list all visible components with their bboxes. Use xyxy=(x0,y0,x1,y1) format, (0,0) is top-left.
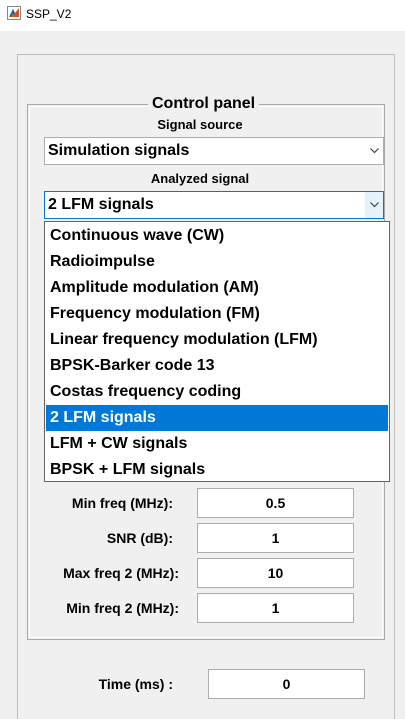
dropdown-option-selected[interactable]: 2 LFM signals xyxy=(46,405,388,431)
analyzed-signal-dropdown: Continuous wave (CW) Radioimpulse Amplit… xyxy=(44,221,390,482)
analyzed-signal-value: 2 LFM signals xyxy=(48,196,154,213)
dropdown-option[interactable]: LFM + CW signals xyxy=(46,431,388,457)
window-title: SSP_V2 xyxy=(26,7,72,21)
dropdown-option[interactable]: Continuous wave (CW) xyxy=(46,223,388,249)
title-bar: SSP_V2 xyxy=(0,0,405,31)
snr-label: SNR (dB): xyxy=(106,530,173,546)
chevron-down-icon[interactable] xyxy=(365,138,383,164)
signal-source-label: Signal source xyxy=(157,117,243,132)
min-freq-2-field[interactable]: 1 xyxy=(197,593,354,623)
min-freq-field[interactable]: 0.5 xyxy=(197,488,354,518)
dropdown-option[interactable]: Amplitude modulation (AM) xyxy=(46,275,388,301)
dropdown-option[interactable]: Radioimpulse xyxy=(46,249,388,275)
dropdown-option[interactable]: BPSK-Barker code 13 xyxy=(46,353,388,379)
snr-field[interactable]: 1 xyxy=(197,523,354,553)
dropdown-option[interactable]: Frequency modulation (FM) xyxy=(46,301,388,327)
control-panel-legend: Control panel xyxy=(148,95,260,113)
dropdown-option[interactable]: Costas frequency coding xyxy=(46,379,388,405)
max-freq-2-label: Max freq 2 (MHz): xyxy=(63,565,179,581)
time-field[interactable]: 0 xyxy=(208,669,365,699)
dropdown-option[interactable]: Linear frequency modulation (LFM) xyxy=(46,327,388,353)
signal-source-value: Simulation signals xyxy=(48,142,190,159)
min-freq-label: Min freq (MHz): xyxy=(71,495,173,511)
time-label: Time (ms) : xyxy=(98,676,173,692)
chevron-down-icon[interactable] xyxy=(365,192,383,218)
analyzed-signal-label: Analyzed signal xyxy=(150,171,250,186)
matlab-figure-icon xyxy=(7,6,21,20)
min-freq-2-label: Min freq 2 (MHz): xyxy=(66,600,179,616)
analyzed-signal-select[interactable]: 2 LFM signals xyxy=(44,191,384,219)
dropdown-option[interactable]: BPSK + LFM signals xyxy=(46,457,388,483)
max-freq-2-field[interactable]: 10 xyxy=(197,558,354,588)
signal-source-select[interactable]: Simulation signals xyxy=(44,137,384,165)
